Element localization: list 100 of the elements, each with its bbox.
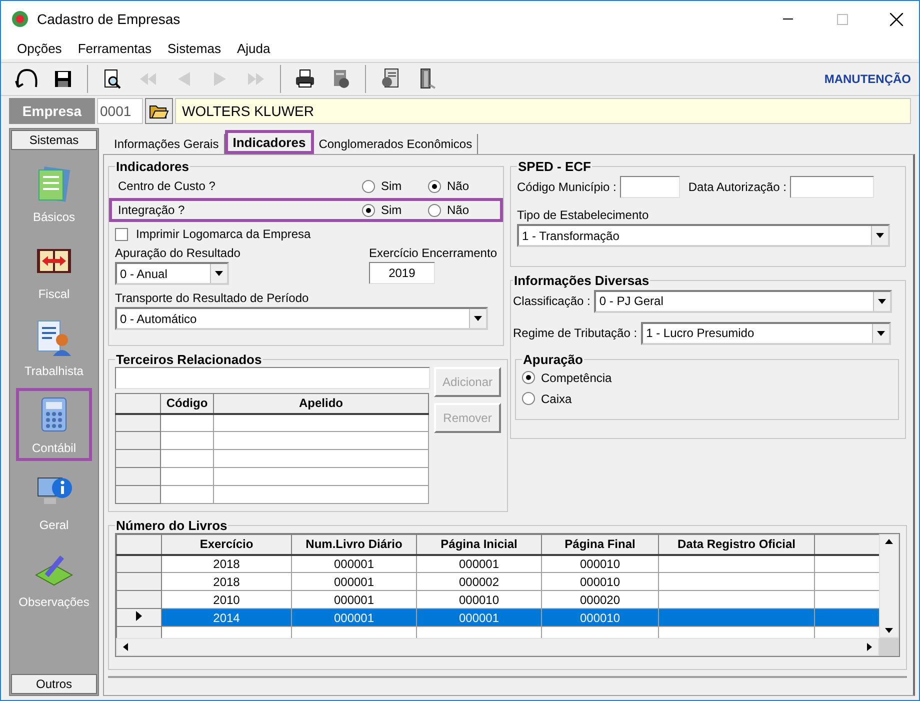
scroll-left-icon	[123, 643, 128, 651]
radio-label: Sim	[381, 179, 402, 193]
question-label: Integração ?	[118, 203, 186, 217]
group-title: Informações Diversas	[513, 273, 650, 288]
radio-button[interactable]	[522, 371, 535, 384]
dropdown-arrow-button[interactable]	[872, 324, 890, 342]
column-header: Página Inicial	[416, 534, 542, 554]
row-pointer-icon	[135, 610, 143, 622]
caret-icon	[877, 330, 886, 336]
menu-item[interactable]: Ajuda	[228, 40, 278, 56]
radio-label: Não	[447, 203, 470, 217]
table-cell: 000010	[542, 608, 658, 626]
group-title: SPED - ECF	[517, 159, 592, 174]
vertical-scrollbar[interactable]	[879, 534, 899, 638]
group-title: Número do Livros	[115, 518, 228, 533]
radio-button[interactable]	[428, 204, 441, 216]
dropdown-arrow-button[interactable]	[871, 226, 888, 245]
radio-label: Caixa	[541, 392, 572, 406]
dropdown[interactable]: 0 - Anual	[115, 262, 229, 285]
maximize-icon	[836, 14, 848, 24]
table-cell: 000001	[292, 572, 416, 590]
dropdown[interactable]: 0 - Automático	[115, 307, 488, 330]
sidebar-item-label: Fiscal	[38, 286, 70, 300]
dropdown[interactable]: 1 - Lucro Presumido	[641, 322, 892, 344]
table-cell: 000001	[292, 608, 416, 626]
year-field[interactable]: 2019	[368, 262, 435, 284]
company-code-field[interactable]: 0001	[97, 98, 143, 124]
menu-item[interactable]: Sistemas	[160, 40, 229, 56]
table-cell: 000020	[542, 590, 658, 608]
sidebar-item-label: Geral	[39, 518, 69, 532]
search-field[interactable]	[115, 367, 430, 389]
row-selector[interactable]	[116, 608, 162, 626]
field-label: Apuração do Resultado	[115, 246, 240, 260]
sidebar-item-label: Observações	[18, 594, 90, 608]
caret-icon	[878, 298, 886, 304]
menu-item[interactable]: Opções	[9, 40, 70, 56]
column-header: Exercício	[162, 534, 292, 554]
radio-button[interactable]	[522, 392, 535, 405]
column-header: Código	[160, 394, 214, 414]
horizontal-scrollbar[interactable]	[116, 638, 879, 656]
radio-button[interactable]	[428, 180, 441, 192]
question-label: Centro de Custo ?	[118, 179, 216, 193]
sidebar-header-button[interactable]: Sistemas	[11, 130, 97, 150]
close-icon	[890, 12, 902, 26]
checkbox[interactable]: Imprimir Logomarca da Empresa	[115, 227, 311, 241]
table-cell: 000001	[416, 608, 542, 626]
sidebar-item-label: Trabalhista	[24, 364, 84, 378]
radio-label: Competência	[541, 370, 612, 384]
sidebar-item-label: Básicos	[32, 210, 76, 224]
folder-icon	[149, 103, 169, 119]
field-label: Exercício Encerramento	[368, 246, 497, 260]
field-label: Transporte do Resultado de Período	[115, 291, 310, 305]
tab[interactable]: Indicadores	[224, 130, 314, 154]
field-label: Classificação :	[513, 294, 590, 308]
scroll-right-icon	[867, 643, 872, 651]
table-cell	[160, 450, 214, 468]
field-label: Tipo de Estabelecimento	[517, 208, 650, 222]
scroll-up-icon	[885, 539, 894, 544]
authorization-date-field[interactable]	[790, 176, 874, 198]
scrollbar-corner	[879, 638, 899, 656]
radio-label: Sim	[381, 203, 402, 217]
app-icon	[11, 10, 29, 28]
radio-button[interactable]	[362, 204, 375, 216]
scroll-down-icon	[885, 628, 894, 633]
field-label: Código Município :	[517, 180, 616, 194]
table-cell	[160, 468, 214, 486]
company-name-field[interactable]: WOLTERS KLUWER	[175, 98, 911, 124]
menu-item[interactable]: Ferramentas	[70, 40, 160, 56]
column-header: Data Registro Oficial	[658, 534, 814, 554]
field-label: Regime de Tributação :	[513, 326, 638, 340]
table-cell: 2014	[162, 608, 292, 626]
dropdown-arrow-button[interactable]	[469, 309, 486, 328]
caret-icon	[876, 233, 884, 238]
sidebar-footer-button[interactable]: Outros	[11, 674, 97, 694]
caret-icon	[474, 316, 482, 321]
mode-label: MANUTENÇÃO	[824, 72, 911, 86]
sidebar-item-label: Contábil	[32, 440, 76, 454]
group-title: Terceiros Relacionados	[115, 352, 263, 367]
group-title: Indicadores	[115, 159, 190, 174]
dropdown[interactable]: 0 - PJ Geral	[594, 290, 892, 312]
table-cell	[160, 486, 214, 504]
dropdown[interactable]: 1 - Transformação	[517, 224, 890, 247]
field-label: Data Autorização :	[688, 180, 786, 194]
company-label: Empresa	[9, 98, 95, 124]
table-cell: 000001	[292, 590, 416, 608]
table-cell: 2010	[162, 590, 292, 608]
dropdown-arrow-button[interactable]	[210, 264, 227, 283]
column-header	[116, 394, 160, 414]
group-title: Apuração	[522, 352, 584, 367]
municipality-code-field[interactable]	[620, 176, 680, 198]
table-cell: 2018	[162, 572, 292, 590]
open-folder-button[interactable]	[145, 98, 173, 124]
radio-button[interactable]	[362, 180, 375, 192]
column-header: Apelido	[214, 394, 428, 414]
column-header: Página Final	[542, 534, 658, 554]
table-cell: 000002	[416, 572, 542, 590]
window-title: Cadastro de Empresas	[37, 11, 182, 27]
dropdown-arrow-button[interactable]	[873, 292, 890, 310]
table-cell	[160, 432, 214, 450]
minimize-icon	[783, 18, 793, 20]
